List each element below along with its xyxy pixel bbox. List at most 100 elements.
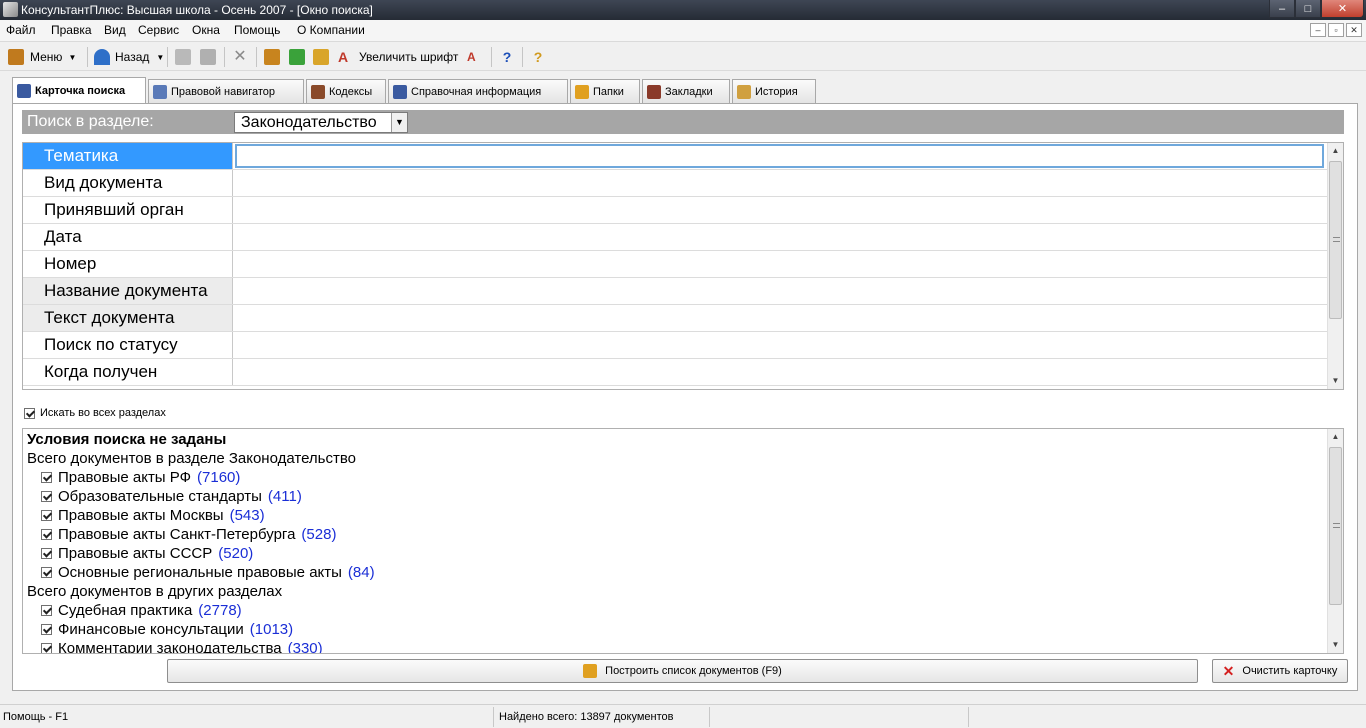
- list-item[interactable]: Правовые акты Москвы (543): [41, 507, 265, 524]
- search-all-label: Искать во всех разделах: [40, 407, 166, 419]
- delete-button[interactable]: ✕: [232, 46, 248, 68]
- list-item[interactable]: Правовые акты СССР (520): [41, 545, 253, 562]
- scroll-thumb[interactable]: [1329, 447, 1342, 605]
- field-value-authority[interactable]: [234, 197, 1328, 223]
- paste-button[interactable]: [200, 46, 216, 68]
- mdi-restore-button[interactable]: ▫: [1328, 23, 1344, 37]
- field-row-date[interactable]: Дата: [23, 224, 1328, 251]
- field-row-doc-title[interactable]: Название документа: [23, 278, 1328, 305]
- field-value-number[interactable]: [234, 251, 1328, 277]
- item-count[interactable]: (2778): [198, 602, 241, 619]
- search-all-option[interactable]: Искать во всех разделах: [24, 407, 166, 419]
- field-value-doc-type[interactable]: [234, 170, 1328, 196]
- help-icon: ?: [533, 49, 543, 65]
- field-row-received[interactable]: Когда получен: [23, 359, 1328, 386]
- results-scrollbar[interactable]: ▲ ▼: [1327, 429, 1343, 653]
- context-help-button[interactable]: ?: [499, 46, 515, 68]
- scroll-down-icon[interactable]: ▼: [1328, 637, 1343, 653]
- field-row-authority[interactable]: Принявший орган: [23, 197, 1328, 224]
- field-row-number[interactable]: Номер: [23, 251, 1328, 278]
- scroll-thumb[interactable]: [1329, 161, 1342, 319]
- item-checkbox[interactable]: [41, 510, 52, 521]
- item-count[interactable]: (84): [348, 564, 375, 581]
- menu-about[interactable]: О Компании: [297, 23, 365, 37]
- item-count[interactable]: (411): [268, 488, 302, 505]
- list-item[interactable]: Финансовые консультации (1013): [41, 621, 293, 638]
- tab-legal-navigator[interactable]: Правовой навигатор: [148, 79, 304, 103]
- field-value-date[interactable]: [234, 224, 1328, 250]
- item-count[interactable]: (520): [218, 545, 253, 562]
- item-checkbox[interactable]: [41, 472, 52, 483]
- item-checkbox[interactable]: [41, 624, 52, 635]
- field-value-status[interactable]: [234, 332, 1328, 358]
- list-item[interactable]: Правовые акты РФ (7160): [41, 469, 240, 486]
- tab-folders[interactable]: Папки: [570, 79, 640, 103]
- field-row-status[interactable]: Поиск по статусу: [23, 332, 1328, 359]
- decrease-font-button[interactable]: A: [467, 46, 483, 68]
- item-label: Основные региональные правовые акты: [58, 564, 342, 581]
- item-label: Правовые акты РФ: [58, 469, 192, 486]
- item-checkbox[interactable]: [41, 605, 52, 616]
- help-button[interactable]: ?: [530, 46, 546, 68]
- item-checkbox[interactable]: [41, 529, 52, 540]
- item-checkbox[interactable]: [41, 548, 52, 559]
- search-all-checkbox[interactable]: [24, 407, 35, 419]
- list-item[interactable]: Основные региональные правовые акты (84): [41, 564, 375, 581]
- tab-codes[interactable]: Кодексы: [306, 79, 386, 103]
- list-item[interactable]: Судебная практика (2778): [41, 602, 242, 619]
- close-button[interactable]: ✕: [1321, 0, 1364, 18]
- field-row-doc-type[interactable]: Вид документа: [23, 170, 1328, 197]
- item-checkbox[interactable]: [41, 491, 52, 502]
- tab-reference-info[interactable]: Справочная информация: [388, 79, 568, 103]
- document-button[interactable]: [264, 46, 280, 68]
- fields-scrollbar[interactable]: ▲ ▼: [1327, 143, 1343, 389]
- field-row-topic[interactable]: Тематика: [23, 143, 1328, 170]
- item-label: Комментарии законодательства: [58, 640, 282, 654]
- field-value-doc-title[interactable]: [234, 278, 1328, 304]
- clear-card-button[interactable]: ✕ Очистить карточку: [1212, 659, 1348, 683]
- build-list-button[interactable]: Построить список документов (F9): [167, 659, 1198, 683]
- item-checkbox[interactable]: [41, 643, 52, 653]
- scroll-up-icon[interactable]: ▲: [1328, 429, 1343, 445]
- item-count[interactable]: (330): [288, 640, 323, 653]
- section-select[interactable]: Законодательство ▼: [234, 112, 408, 133]
- status-help: Помощь - F1: [0, 707, 494, 727]
- menu-service[interactable]: Сервис: [138, 23, 179, 37]
- item-count[interactable]: (528): [301, 526, 336, 543]
- back-button[interactable]: Назад ▼: [94, 46, 164, 68]
- menu-button[interactable]: Меню ▼: [8, 46, 76, 68]
- item-count[interactable]: (7160): [197, 469, 240, 486]
- minimize-button[interactable]: –: [1269, 0, 1295, 18]
- item-count[interactable]: (1013): [250, 621, 293, 638]
- increase-font-button[interactable]: A Увеличить шрифт: [338, 46, 458, 68]
- menu-view[interactable]: Вид: [104, 23, 126, 37]
- tab-history[interactable]: История: [732, 79, 816, 103]
- mdi-close-button[interactable]: ✕: [1346, 23, 1362, 37]
- menu-file[interactable]: Файл: [6, 23, 36, 37]
- tab-search-card[interactable]: Карточка поиска: [12, 77, 146, 103]
- list-item[interactable]: Правовые акты Санкт-Петербурга (528): [41, 526, 336, 543]
- field-row-doc-text[interactable]: Текст документа: [23, 305, 1328, 332]
- tab-bookmarks[interactable]: Закладки: [642, 79, 730, 103]
- scroll-up-icon[interactable]: ▲: [1328, 143, 1343, 159]
- find-button[interactable]: [313, 46, 329, 68]
- list-item[interactable]: Образовательные стандарты (411): [41, 488, 302, 505]
- mdi-minimize-button[interactable]: –: [1310, 23, 1326, 37]
- copy-button[interactable]: [175, 46, 191, 68]
- maximize-button[interactable]: □: [1295, 0, 1321, 18]
- export-button[interactable]: [289, 46, 305, 68]
- field-value-topic[interactable]: [235, 144, 1324, 168]
- binoculars-icon: [17, 83, 31, 98]
- item-checkbox[interactable]: [41, 567, 52, 578]
- chevron-down-icon[interactable]: ▼: [391, 113, 407, 132]
- list-item[interactable]: Комментарии законодательства (330): [41, 640, 323, 654]
- decrease-font-icon: A: [467, 50, 476, 64]
- field-value-received[interactable]: [234, 359, 1328, 385]
- paste-icon: [200, 49, 216, 65]
- menu-windows[interactable]: Окна: [192, 23, 220, 37]
- field-value-doc-text[interactable]: [234, 305, 1328, 331]
- item-count[interactable]: (543): [230, 507, 265, 524]
- scroll-down-icon[interactable]: ▼: [1328, 373, 1343, 389]
- menu-help[interactable]: Помощь: [234, 23, 280, 37]
- menu-edit[interactable]: Правка: [51, 23, 92, 37]
